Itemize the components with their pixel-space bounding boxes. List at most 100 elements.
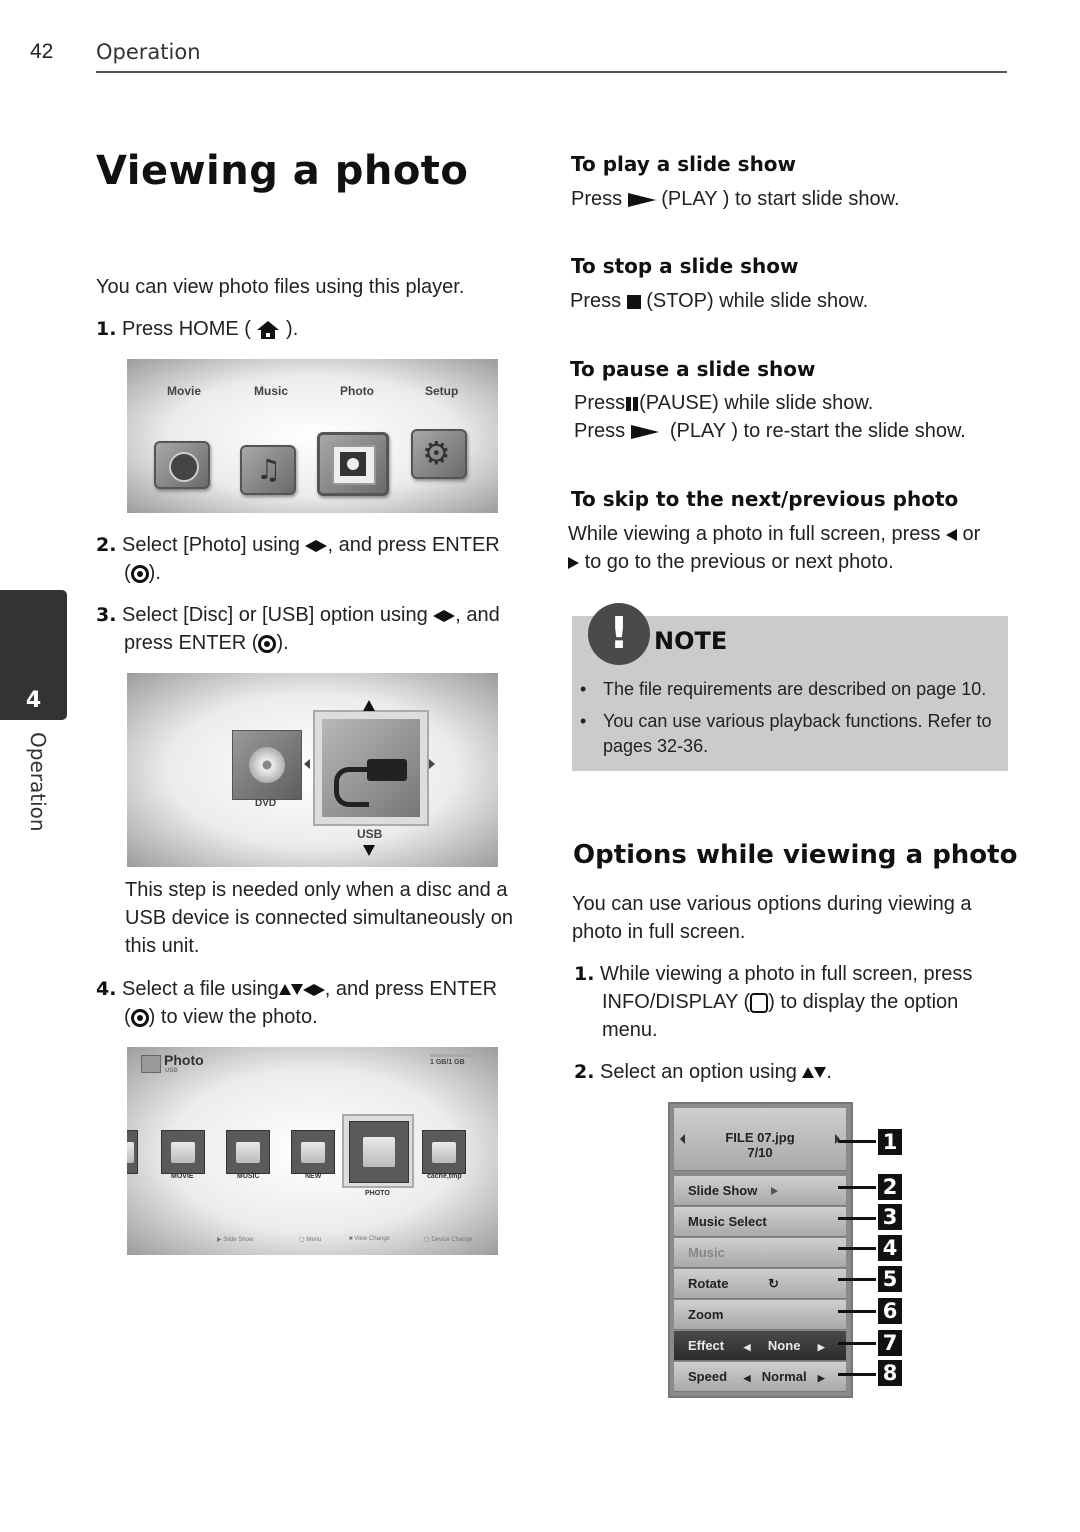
intro-line: You can use various options during viewi… — [572, 893, 972, 915]
stop-instruction: Press (STOP) while slide show. — [570, 287, 868, 315]
step-number: 4. — [96, 978, 117, 1000]
prev-file-icon — [680, 1134, 685, 1144]
folder-name: MUSIC — [237, 1173, 260, 1180]
step-4: 4. Select a file using, and press ENTER … — [96, 975, 536, 1031]
chapter-label: Operation — [26, 732, 50, 832]
down-arrow-icon — [363, 845, 375, 856]
down-arrow-icon — [290, 984, 303, 996]
option-music-select: Music Select — [674, 1207, 846, 1237]
file-info-row: FILE 07.jpg 7/10 — [674, 1108, 846, 1171]
heading-stop: To stop a slide show — [571, 254, 799, 278]
text: Press — [574, 392, 626, 414]
callout-line — [838, 1278, 876, 1281]
exclamation-icon: ! — [588, 603, 650, 665]
usb-tile-selected — [313, 710, 429, 826]
option-value: Normal — [761, 1369, 807, 1384]
callout-3: 3 — [878, 1204, 902, 1230]
left-arrow-icon — [305, 539, 317, 552]
note-text: You can use various playback functions. … — [603, 711, 992, 756]
option-slide-show: Slide Show — [674, 1176, 846, 1206]
step-number: 1. — [96, 318, 117, 340]
callout-line — [838, 1373, 876, 1376]
option-label: Music — [688, 1245, 725, 1260]
option-zoom: Zoom — [674, 1300, 846, 1330]
note-item: • You can use various playback functions.… — [580, 709, 1000, 759]
step-3: 3. Select [Disc] or [USB] option using ,… — [96, 601, 536, 657]
step-number: 2. — [96, 534, 117, 556]
step-text-cont: , and — [455, 604, 500, 626]
step-text: While viewing a photo in full screen, pr… — [600, 963, 973, 985]
step-number: 3. — [96, 604, 117, 626]
music-note-icon: ♫ — [240, 445, 296, 495]
step-text: Select a file using — [122, 978, 279, 1000]
left-arrow-icon: ◀ — [743, 1342, 751, 1352]
folder-name: cache,tmp — [427, 1173, 462, 1180]
callout-6: 6 — [878, 1298, 902, 1324]
step-2: 2. Select [Photo] using , and press ENTE… — [96, 531, 526, 587]
browser-subtitle: USB — [165, 1068, 178, 1074]
right-arrow-icon — [313, 983, 325, 996]
home-menu-screenshot: Movie Music Photo Setup ♫ ⚙ — [127, 359, 498, 513]
left-arrow-icon: ◀ — [743, 1373, 751, 1383]
text: or — [962, 523, 981, 545]
step-text: menu. — [602, 1019, 658, 1041]
play-icon — [770, 1187, 778, 1195]
play-icon — [630, 424, 659, 439]
folder-tile — [226, 1130, 270, 1174]
note-line: This step is needed only when a disc and… — [125, 879, 508, 901]
intro-text: You can view photo files using this play… — [96, 276, 465, 298]
text: (PAUSE) while slide show. — [639, 392, 874, 414]
options-step-2: 2. Select an option using . — [574, 1058, 832, 1086]
step-text-line2: press ENTER ( — [124, 632, 259, 654]
text: While viewing a photo in full screen, pr… — [568, 523, 941, 545]
up-arrow-icon — [278, 984, 291, 996]
home-item-photo: Photo — [340, 384, 374, 398]
folder-name-selected: PHOTO — [365, 1190, 390, 1197]
file-browser-screenshot: Photo USB 1 GB/1 GB MOVIE MUSIC NEW PHOT… — [127, 1047, 498, 1255]
folder-tile — [422, 1130, 466, 1174]
footer-device-change: ▢ Device Change — [424, 1237, 473, 1243]
left-arrow-icon — [433, 609, 445, 622]
option-music: Music — [674, 1238, 846, 1268]
callout-7: 7 — [878, 1330, 902, 1356]
note-title: NOTE — [654, 627, 728, 655]
option-effect: Effect ◀ None ▶ — [674, 1331, 846, 1361]
left-arrow-icon — [304, 759, 310, 769]
pause-icon — [625, 396, 639, 411]
folder-tile-selected — [342, 1114, 414, 1188]
note-text: The file requirements are described on p… — [603, 679, 987, 699]
photo-app-icon — [141, 1055, 161, 1073]
up-arrow-icon — [363, 700, 375, 711]
left-arrow-icon — [302, 983, 314, 996]
callout-2: 2 — [878, 1174, 902, 1200]
file-index: 7/10 — [747, 1145, 773, 1160]
callout-1: 1 — [878, 1129, 902, 1155]
text: (PLAY ) to start slide show. — [661, 188, 900, 210]
home-item-music: Music — [254, 384, 289, 398]
intro-line: photo in full screen. — [572, 921, 746, 943]
skip-instruction: While viewing a photo in full screen, pr… — [568, 520, 980, 576]
file-name: FILE 07.jpg — [725, 1130, 795, 1145]
callout-line — [838, 1247, 876, 1250]
setup-gear-icon: ⚙ — [411, 429, 467, 479]
option-label: Slide Show — [688, 1183, 758, 1198]
section-name: Operation — [96, 40, 201, 64]
folder-tile — [161, 1130, 205, 1174]
callout-line — [838, 1186, 876, 1189]
info-display-icon — [750, 992, 769, 1013]
step-text: INFO/DISPLAY ( — [602, 991, 751, 1013]
option-label: Rotate — [688, 1276, 729, 1291]
footer-view-change: ■ View Change — [349, 1236, 390, 1242]
page-number: 42 — [30, 40, 54, 63]
restart-instruction: Press (PLAY ) to re-start the slide show… — [574, 417, 966, 445]
folder-tile — [291, 1130, 335, 1174]
home-item-movie: Movie — [167, 384, 202, 398]
options-step-1: 1. While viewing a photo in full screen,… — [574, 960, 1014, 1044]
callout-line — [838, 1310, 876, 1313]
step-text-end: . — [826, 1061, 832, 1083]
photo-icon — [317, 432, 389, 496]
rotate-icon: ↻ — [768, 1276, 779, 1291]
option-label: Speed — [688, 1369, 728, 1384]
movie-reel-icon — [154, 441, 210, 489]
option-label: Zoom — [688, 1307, 724, 1322]
